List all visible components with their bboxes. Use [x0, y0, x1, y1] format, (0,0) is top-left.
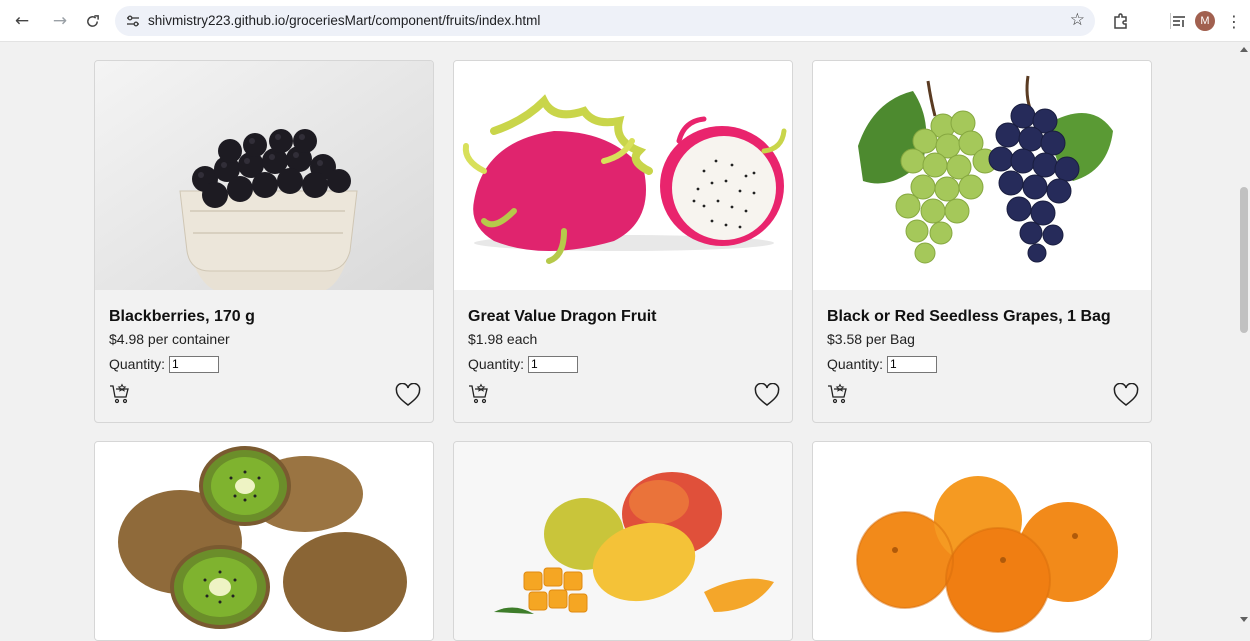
product-image-mango: [454, 442, 792, 640]
product-card: Great Value Dragon Fruit $1.98 each Quan…: [453, 60, 793, 423]
scroll-thumb[interactable]: [1240, 187, 1248, 333]
quantity-label: Quantity:: [109, 356, 166, 372]
forward-arrow-icon[interactable]: →: [48, 9, 72, 33]
address-bar[interactable]: shivmistry223.github.io/groceriesMart/co…: [115, 6, 1095, 36]
add-to-cart-icon[interactable]: [827, 383, 849, 405]
favorite-heart-icon[interactable]: [1113, 382, 1139, 407]
product-title[interactable]: Great Value Dragon Fruit: [468, 307, 778, 327]
product-image-dragon-fruit: [454, 61, 792, 290]
product-price: $1.98 each: [468, 331, 538, 347]
product-card: [453, 441, 793, 641]
quantity-label: Quantity:: [468, 356, 525, 372]
product-price: $4.98 per container: [109, 331, 230, 347]
add-to-cart-icon[interactable]: [109, 383, 131, 405]
quantity-input[interactable]: [528, 355, 579, 373]
scroll-down-arrow-icon[interactable]: [1240, 617, 1248, 622]
url-text[interactable]: shivmistry223.github.io/groceriesMart/co…: [148, 13, 540, 28]
favorite-heart-icon[interactable]: [754, 382, 780, 407]
product-card: Black or Red Seedless Grapes, 1 Bag $3.5…: [812, 60, 1152, 423]
back-arrow-icon[interactable]: ←: [10, 9, 34, 33]
product-info: Blackberries, 170 g $4.98 per container …: [109, 307, 419, 373]
product-info: Great Value Dragon Fruit $1.98 each Quan…: [468, 307, 778, 373]
favorite-heart-icon[interactable]: [395, 382, 421, 407]
bookmark-star-icon[interactable]: ☆: [1070, 10, 1085, 30]
product-image-grapes: [813, 61, 1151, 290]
product-title[interactable]: Black or Red Seedless Grapes, 1 Bag: [827, 307, 1137, 327]
quantity-input[interactable]: [887, 355, 938, 373]
quantity-row: Quantity:: [468, 355, 778, 373]
profile-avatar[interactable]: M: [1195, 11, 1215, 31]
quantity-row: Quantity:: [827, 355, 1137, 373]
scroll-up-arrow-icon[interactable]: [1240, 47, 1248, 52]
site-info-icon[interactable]: [125, 13, 141, 29]
extensions-icon[interactable]: [1110, 10, 1132, 32]
quantity-row: Quantity:: [109, 355, 419, 373]
quantity-input[interactable]: [169, 355, 220, 373]
product-card: Blackberries, 170 g $4.98 per container …: [94, 60, 434, 423]
kebab-menu-icon[interactable]: ⋮: [1226, 11, 1242, 31]
product-card: [812, 441, 1152, 641]
page-scrollbar[interactable]: [1238, 42, 1250, 627]
product-image-blackberries: [95, 61, 433, 290]
product-title[interactable]: Blackberries, 170 g: [109, 307, 419, 327]
product-info: Black or Red Seedless Grapes, 1 Bag $3.5…: [827, 307, 1137, 373]
product-image-kiwi: [95, 442, 433, 640]
reload-icon[interactable]: [80, 9, 104, 33]
product-card: [94, 441, 434, 641]
reading-list-icon[interactable]: [1168, 10, 1190, 32]
quantity-label: Quantity:: [827, 356, 884, 372]
add-to-cart-icon[interactable]: [468, 383, 490, 405]
browser-toolbar: ← → shivmistry223.github.io/groceriesMar…: [0, 0, 1250, 42]
product-image-oranges: [813, 442, 1151, 640]
product-price: $3.58 per Bag: [827, 331, 915, 347]
